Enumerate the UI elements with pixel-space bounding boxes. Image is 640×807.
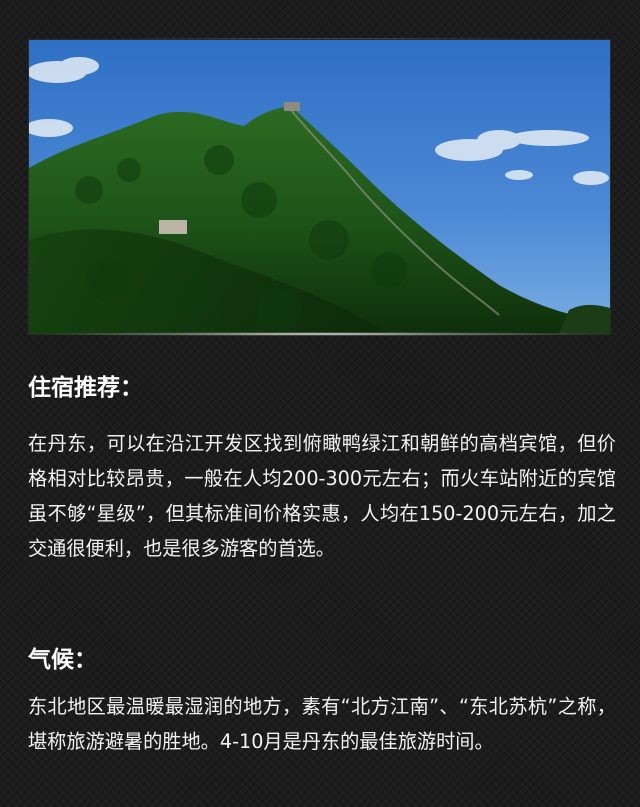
lodging-heading: 住宿推荐：	[28, 375, 143, 401]
climate-heading: 气候：	[28, 647, 97, 673]
watchtower-summit	[284, 102, 300, 111]
lodging-paragraph: 在丹东，可以在沿江开发区找到俯瞰鸭绿江和朝鲜的高档宾馆，但价格相对比较昂贵，一般…	[28, 432, 616, 560]
great-wall-photo	[29, 40, 610, 334]
climate-paragraph: 东北地区最温暖最湿润的地方，素有“北方江南”、“东北苏杭”之称，堪称旅游避暑的胜…	[28, 695, 616, 753]
photo-bottom-highlight	[29, 332, 610, 336]
watchtower-left	[159, 220, 187, 234]
landscape-illustration	[29, 40, 610, 334]
